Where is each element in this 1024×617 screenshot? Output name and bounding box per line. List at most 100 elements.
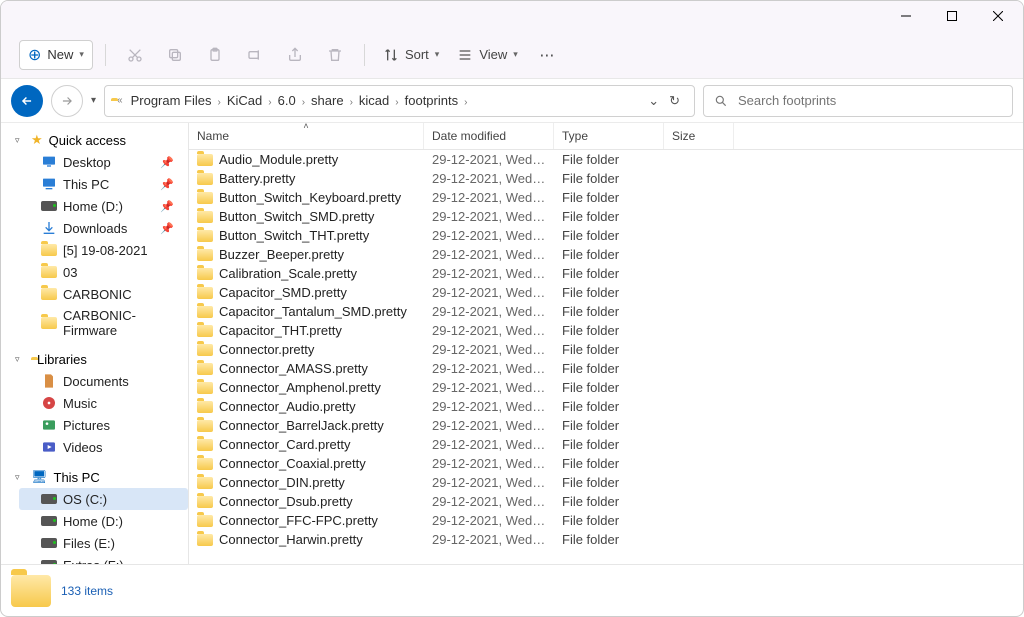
this-pc-label: This PC bbox=[54, 470, 100, 485]
libraries-header[interactable]: ▿ Libraries bbox=[7, 349, 188, 370]
file-size bbox=[664, 178, 734, 180]
column-size[interactable]: Size bbox=[664, 123, 734, 149]
breadcrumb-item[interactable]: 6.0 bbox=[274, 91, 300, 110]
sidebar-item[interactable]: Pictures bbox=[19, 414, 188, 436]
folder-icon bbox=[197, 192, 213, 204]
table-row[interactable]: Battery.pretty29-12-2021, Wednes...File … bbox=[189, 169, 1023, 188]
share-button[interactable] bbox=[278, 38, 312, 72]
sidebar-item[interactable]: Extras (F:) bbox=[19, 554, 188, 564]
view-button[interactable]: View ▾ bbox=[451, 43, 523, 67]
table-row[interactable]: Button_Switch_SMD.pretty29-12-2021, Wedn… bbox=[189, 207, 1023, 226]
table-row[interactable]: Button_Switch_THT.pretty29-12-2021, Wedn… bbox=[189, 226, 1023, 245]
cut-button[interactable] bbox=[118, 38, 152, 72]
sidebar-item[interactable]: Home (D:) bbox=[19, 510, 188, 532]
minimize-button[interactable] bbox=[883, 1, 929, 31]
column-name[interactable]: ˄ Name bbox=[189, 123, 424, 149]
sidebar-item[interactable]: Files (E:) bbox=[19, 532, 188, 554]
breadcrumb-item[interactable]: share bbox=[307, 91, 348, 110]
column-date[interactable]: Date modified bbox=[424, 123, 554, 149]
videos-icon bbox=[41, 439, 57, 455]
table-row[interactable]: Connector_AMASS.pretty29-12-2021, Wednes… bbox=[189, 359, 1023, 378]
breadcrumb-item[interactable]: footprints bbox=[401, 91, 462, 110]
sidebar-item[interactable]: Documents bbox=[19, 370, 188, 392]
table-row[interactable]: Connector.pretty29-12-2021, Wednes...Fil… bbox=[189, 340, 1023, 359]
back-button[interactable] bbox=[11, 85, 43, 117]
table-row[interactable]: Audio_Module.pretty29-12-2021, Wednes...… bbox=[189, 150, 1023, 169]
table-row[interactable]: Connector_DIN.pretty29-12-2021, Wednes..… bbox=[189, 473, 1023, 492]
table-row[interactable]: Connector_Harwin.pretty29-12-2021, Wedne… bbox=[189, 530, 1023, 549]
paste-button[interactable] bbox=[198, 38, 232, 72]
sidebar-item[interactable]: CARBONIC bbox=[19, 283, 188, 305]
chevron-right-icon: › bbox=[300, 97, 307, 108]
music-icon bbox=[41, 395, 57, 411]
rename-button[interactable] bbox=[238, 38, 272, 72]
quick-access-header[interactable]: ▿ ★ Quick access bbox=[7, 129, 188, 151]
search-input[interactable] bbox=[738, 93, 1002, 108]
file-type: File folder bbox=[554, 493, 664, 510]
chevron-right-icon: › bbox=[348, 97, 355, 108]
forward-button[interactable] bbox=[51, 85, 83, 117]
sidebar-item[interactable]: Videos bbox=[19, 436, 188, 458]
sidebar-item[interactable]: [5] 19-08-2021 bbox=[19, 239, 188, 261]
file-date: 29-12-2021, Wednes... bbox=[424, 512, 554, 529]
file-name: Connector.pretty bbox=[219, 342, 314, 357]
table-row[interactable]: Connector_Dsub.pretty29-12-2021, Wednes.… bbox=[189, 492, 1023, 511]
file-date: 29-12-2021, Wednes... bbox=[424, 303, 554, 320]
maximize-button[interactable] bbox=[929, 1, 975, 31]
delete-button[interactable] bbox=[318, 38, 352, 72]
close-button[interactable] bbox=[975, 1, 1021, 31]
caret-icon: ▿ bbox=[15, 135, 25, 146]
table-row[interactable]: Capacitor_THT.pretty29-12-2021, Wednes..… bbox=[189, 321, 1023, 340]
table-row[interactable]: Connector_Audio.pretty29-12-2021, Wednes… bbox=[189, 397, 1023, 416]
file-size bbox=[664, 311, 734, 313]
refresh-button[interactable]: ↻ bbox=[669, 93, 680, 109]
copy-button[interactable] bbox=[158, 38, 192, 72]
file-type: File folder bbox=[554, 455, 664, 472]
table-row[interactable]: Button_Switch_Keyboard.pretty29-12-2021,… bbox=[189, 188, 1023, 207]
table-row[interactable]: Connector_FFC-FPC.pretty29-12-2021, Wedn… bbox=[189, 511, 1023, 530]
file-date: 29-12-2021, Wednes... bbox=[424, 493, 554, 510]
sidebar-item[interactable]: Downloads📌 bbox=[19, 217, 188, 239]
folder-icon bbox=[11, 575, 51, 607]
breadcrumb-item[interactable]: KiCad bbox=[223, 91, 266, 110]
file-size bbox=[664, 406, 734, 408]
sidebar-item-label: Documents bbox=[63, 374, 129, 389]
file-date: 29-12-2021, Wednes... bbox=[424, 360, 554, 377]
sidebar-item[interactable]: Home (D:)📌 bbox=[19, 195, 188, 217]
table-row[interactable]: Calibration_Scale.pretty29-12-2021, Wedn… bbox=[189, 264, 1023, 283]
breadcrumb-dropdown[interactable]: ⌄ bbox=[648, 93, 659, 109]
table-row[interactable]: Capacitor_Tantalum_SMD.pretty29-12-2021,… bbox=[189, 302, 1023, 321]
chevron-right-icon: › bbox=[462, 97, 469, 108]
file-date: 29-12-2021, Wednes... bbox=[424, 531, 554, 548]
column-type[interactable]: Type bbox=[554, 123, 664, 149]
sidebar-item[interactable]: OS (C:) bbox=[19, 488, 188, 510]
recent-dropdown[interactable]: ▾ bbox=[91, 95, 96, 106]
pc-icon: 🖥 bbox=[31, 469, 48, 485]
sidebar-item[interactable]: CARBONIC-Firmware bbox=[19, 305, 188, 341]
file-date: 29-12-2021, Wednes... bbox=[424, 265, 554, 282]
breadcrumb[interactable]: « Program Files›KiCad›6.0›share›kicad›fo… bbox=[104, 85, 695, 117]
sort-button[interactable]: Sort ▾ bbox=[377, 43, 445, 67]
more-button[interactable]: ⋯ bbox=[530, 38, 564, 72]
table-row[interactable]: Connector_Coaxial.pretty29-12-2021, Wedn… bbox=[189, 454, 1023, 473]
this-pc-header[interactable]: ▿ 🖥 This PC bbox=[7, 466, 188, 488]
sidebar-item[interactable]: This PC📌 bbox=[19, 173, 188, 195]
table-row[interactable]: Buzzer_Beeper.pretty29-12-2021, Wednes..… bbox=[189, 245, 1023, 264]
search-box[interactable] bbox=[703, 85, 1013, 117]
file-type: File folder bbox=[554, 227, 664, 244]
view-label: View bbox=[479, 47, 507, 62]
table-row[interactable]: Connector_Amphenol.pretty29-12-2021, Wed… bbox=[189, 378, 1023, 397]
sidebar-item[interactable]: Music bbox=[19, 392, 188, 414]
sidebar-item[interactable]: Desktop📌 bbox=[19, 151, 188, 173]
file-size bbox=[664, 292, 734, 294]
table-row[interactable]: Connector_BarrelJack.pretty29-12-2021, W… bbox=[189, 416, 1023, 435]
chevron-down-icon: ▾ bbox=[435, 49, 440, 60]
chevron-down-icon: ▾ bbox=[513, 49, 518, 60]
new-button[interactable]: ⊕ New ▾ bbox=[19, 40, 93, 70]
breadcrumb-item[interactable]: Program Files bbox=[127, 91, 216, 110]
breadcrumb-item[interactable]: kicad bbox=[355, 91, 393, 110]
sidebar-item[interactable]: 03 bbox=[19, 261, 188, 283]
table-row[interactable]: Capacitor_SMD.pretty29-12-2021, Wednes..… bbox=[189, 283, 1023, 302]
folder-icon bbox=[197, 287, 213, 299]
table-row[interactable]: Connector_Card.pretty29-12-2021, Wednes.… bbox=[189, 435, 1023, 454]
